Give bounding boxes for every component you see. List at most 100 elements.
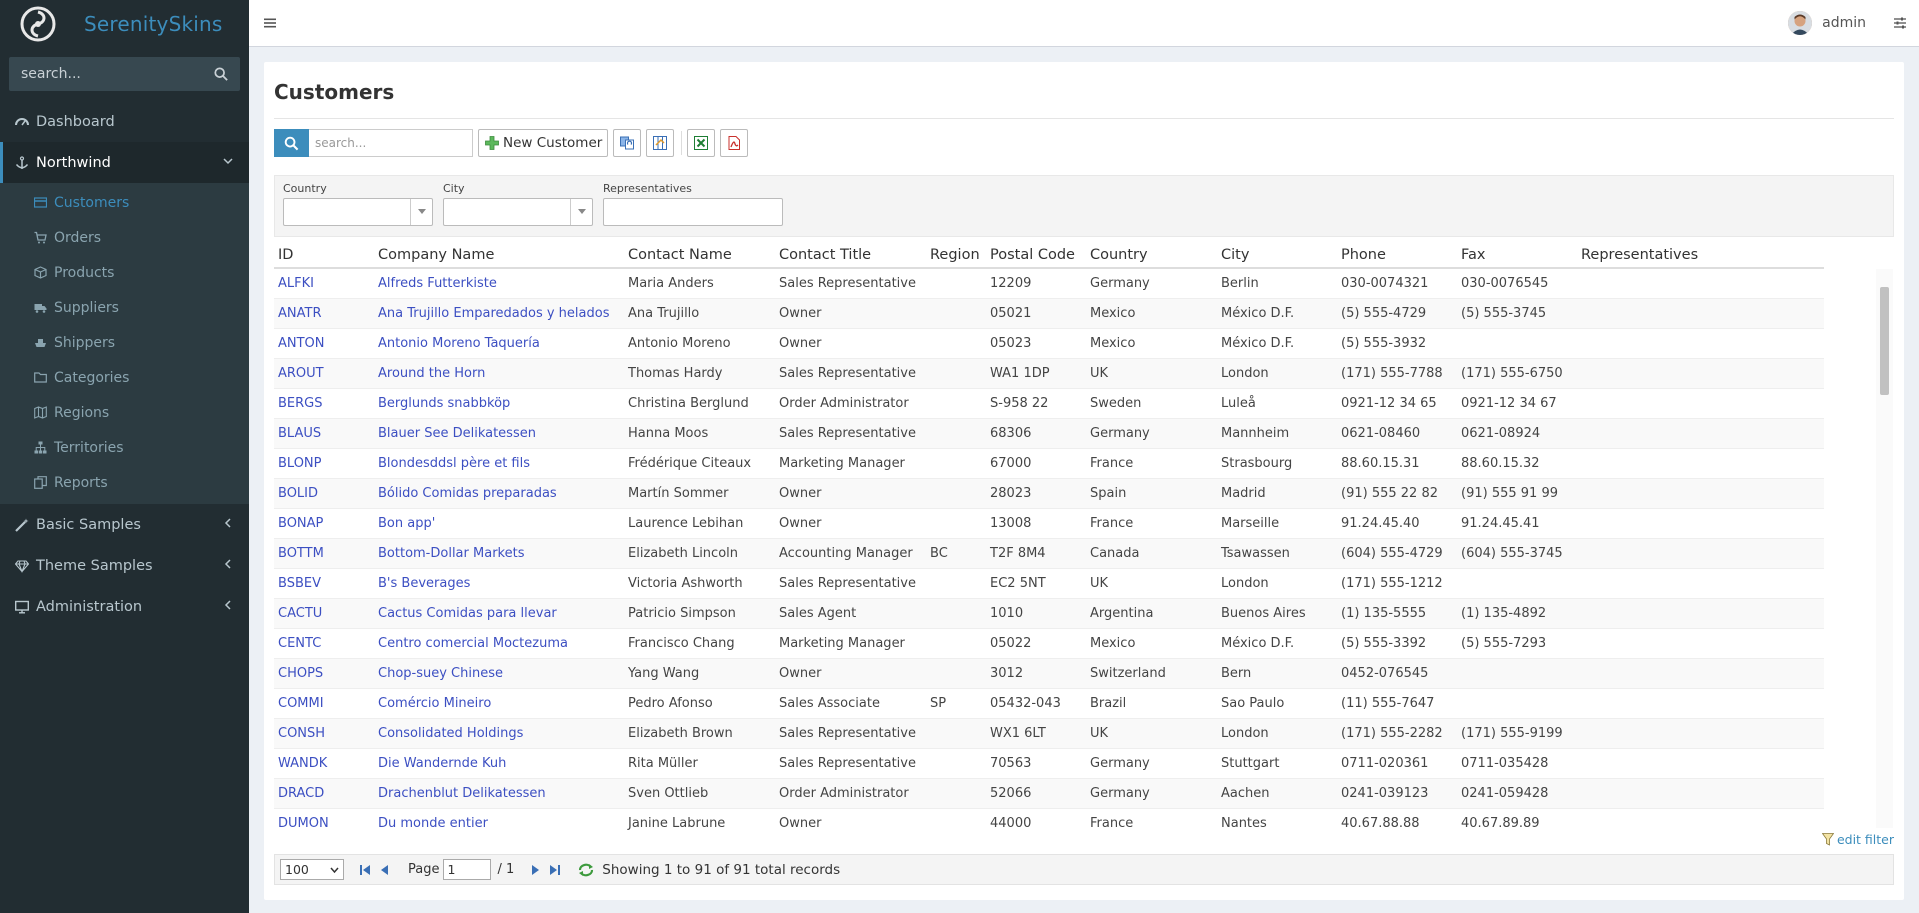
cell-id[interactable]: BOTTM [274, 539, 374, 568]
cell-id[interactable]: CHOPS [274, 659, 374, 688]
brand[interactable]: SerenitySkins [0, 0, 249, 47]
sidebar-item-regions[interactable]: Regions [0, 395, 249, 430]
cell-company-name[interactable]: Alfreds Futterkiste [374, 269, 624, 298]
cell-company-name[interactable]: Blondesddsl père et fils [374, 449, 624, 478]
cell-company-name[interactable]: Centro comercial Moctezuma [374, 629, 624, 658]
table-row[interactable]: DRACD Drachenblut Delikatessen Sven Ottlie… [274, 779, 1824, 809]
table-row[interactable]: BLAUS Blauer See Delikatessen Hanna Moos Sa… [274, 419, 1824, 449]
cell-company-name[interactable]: Blauer See Delikatessen [374, 419, 624, 448]
table-row[interactable]: BSBEV B's Beverages Victoria Ashworth Sales… [274, 569, 1824, 599]
cell-id[interactable]: BSBEV [274, 569, 374, 598]
column-picker-button[interactable] [646, 129, 675, 157]
column-header-city[interactable]: City [1217, 241, 1337, 267]
cell-company-name[interactable]: Bon app' [374, 509, 624, 538]
cell-company-name[interactable]: Consolidated Holdings [374, 719, 624, 748]
reload-icon[interactable] [578, 863, 594, 877]
table-row[interactable]: CACTU Cactus Comidas para llevar Patricio … [274, 599, 1824, 629]
sidebar-item-dashboard[interactable]: Dashboard [0, 101, 249, 142]
table-row[interactable]: ANTON Antonio Moreno Taquería Antonio More… [274, 329, 1824, 359]
table-row[interactable]: CONSH Consolidated Holdings Elizabeth Brow… [274, 719, 1824, 749]
column-header-contact-name[interactable]: Contact Name [624, 241, 775, 267]
refresh-button[interactable] [613, 129, 642, 157]
sidebar-item-reports[interactable]: Reports [0, 465, 249, 500]
cell-company-name[interactable]: Du monde entier [374, 809, 624, 834]
cell-company-name[interactable]: Comércio Mineiro [374, 689, 624, 718]
cell-company-name[interactable]: Die Wandernde Kuh [374, 749, 624, 778]
column-header-id[interactable]: ID [274, 241, 374, 267]
cell-company-name[interactable]: Bottom-Dollar Markets [374, 539, 624, 568]
column-header-company-name[interactable]: Company Name [374, 241, 624, 267]
cell-id[interactable]: DRACD [274, 779, 374, 808]
cell-id[interactable]: BOLID [274, 479, 374, 508]
cell-id[interactable]: CONSH [274, 719, 374, 748]
sidebar-item-orders[interactable]: Orders [0, 220, 249, 255]
grid-scrollbar[interactable] [1876, 269, 1893, 828]
page-number-input[interactable]: 1 [443, 859, 492, 880]
cell-company-name[interactable]: Berglunds snabbköp [374, 389, 624, 418]
quick-search-button[interactable] [274, 129, 309, 157]
sidebar-item-northwind[interactable]: Northwind [0, 142, 249, 183]
excel-export-button[interactable] [687, 129, 716, 157]
cell-id[interactable]: CENTC [274, 629, 374, 658]
column-header-region[interactable]: Region [926, 241, 986, 267]
city-select[interactable] [443, 198, 593, 226]
sidebar-item-products[interactable]: Products [0, 255, 249, 290]
column-header-country[interactable]: Country [1086, 241, 1217, 267]
table-row[interactable]: BLONP Blondesddsl père et fils Frédérique … [274, 449, 1824, 479]
cell-id[interactable]: ALFKI [274, 269, 374, 298]
table-row[interactable]: WANDK Die Wandernde Kuh Rita Müller Sales R… [274, 749, 1824, 779]
cell-id[interactable]: CACTU [274, 599, 374, 628]
hamburger-menu-icon[interactable] [263, 16, 277, 30]
column-header-postal-code[interactable]: Postal Code [986, 241, 1086, 267]
cell-company-name[interactable]: Antonio Moreno Taquería [374, 329, 624, 358]
page-size-select[interactable]: 100 [280, 859, 344, 880]
last-page-icon[interactable] [548, 863, 562, 877]
scrollbar-thumb[interactable] [1880, 287, 1889, 395]
representatives-input[interactable] [603, 198, 783, 226]
column-header-phone[interactable]: Phone [1337, 241, 1457, 267]
sidebar-item-shippers[interactable]: Shippers [0, 325, 249, 360]
table-row[interactable]: BONAP Bon app' Laurence Lebihan Owner 13008 F… [274, 509, 1824, 539]
table-row[interactable]: DUMON Du monde entier Janine Labrune Owner 4… [274, 809, 1824, 834]
table-row[interactable]: AROUT Around the Horn Thomas Hardy Sales Re… [274, 359, 1824, 389]
cell-company-name[interactable]: Chop-suey Chinese [374, 659, 624, 688]
cell-id[interactable]: WANDK [274, 749, 374, 778]
edit-filter-link[interactable]: edit filter [1821, 832, 1894, 847]
cell-company-name[interactable]: B's Beverages [374, 569, 624, 598]
user-menu[interactable]: admin [1788, 11, 1866, 35]
cell-company-name[interactable]: Around the Horn [374, 359, 624, 388]
table-row[interactable]: ALFKI Alfreds Futterkiste Maria Anders Sale… [274, 269, 1824, 299]
cell-id[interactable]: BLAUS [274, 419, 374, 448]
cell-company-name[interactable]: Bólido Comidas preparadas [374, 479, 624, 508]
column-header-representatives[interactable]: Representatives [1577, 241, 1727, 267]
previous-page-icon[interactable] [378, 863, 392, 877]
table-row[interactable]: COMMI Comércio Mineiro Pedro Afonso Sales A… [274, 689, 1824, 719]
sidebar-item-administration[interactable]: Administration [0, 586, 249, 627]
sidebar-item-suppliers[interactable]: Suppliers [0, 290, 249, 325]
cell-id[interactable]: ANTON [274, 329, 374, 358]
table-row[interactable]: BOLID Bólido Comidas preparadas Martín Som… [274, 479, 1824, 509]
table-row[interactable]: CHOPS Chop-suey Chinese Yang Wang Owner 3012… [274, 659, 1824, 689]
cell-company-name[interactable]: Drachenblut Delikatessen [374, 779, 624, 808]
column-header-contact-title[interactable]: Contact Title [775, 241, 926, 267]
sliders-icon[interactable] [1893, 16, 1907, 30]
cell-company-name[interactable]: Cactus Comidas para llevar [374, 599, 624, 628]
sidebar-item-customers[interactable]: Customers [0, 185, 249, 220]
cell-id[interactable]: COMMI [274, 689, 374, 718]
column-header-fax[interactable]: Fax [1457, 241, 1577, 267]
new-customer-button[interactable]: New Customer [478, 129, 609, 157]
next-page-icon[interactable] [528, 863, 542, 877]
table-row[interactable]: BOTTM Bottom-Dollar Markets Elizabeth Linc… [274, 539, 1824, 569]
cell-id[interactable]: DUMON [274, 809, 374, 834]
quick-search-input[interactable]: search... [309, 129, 473, 157]
sidebar-item-categories[interactable]: Categories [0, 360, 249, 395]
cell-id[interactable]: BONAP [274, 509, 374, 538]
sidebar-item-basic-samples[interactable]: Basic Samples [0, 504, 249, 545]
pdf-export-button[interactable] [720, 129, 749, 157]
cell-id[interactable]: AROUT [274, 359, 374, 388]
sidebar-item-theme-samples[interactable]: Theme Samples [0, 545, 249, 586]
table-row[interactable]: BERGS Berglunds snabbköp Christina Berglun… [274, 389, 1824, 419]
cell-company-name[interactable]: Ana Trujillo Emparedados y helados [374, 299, 624, 328]
sidebar-search-input[interactable]: search... [9, 57, 240, 91]
sidebar-item-territories[interactable]: Territories [0, 430, 249, 465]
